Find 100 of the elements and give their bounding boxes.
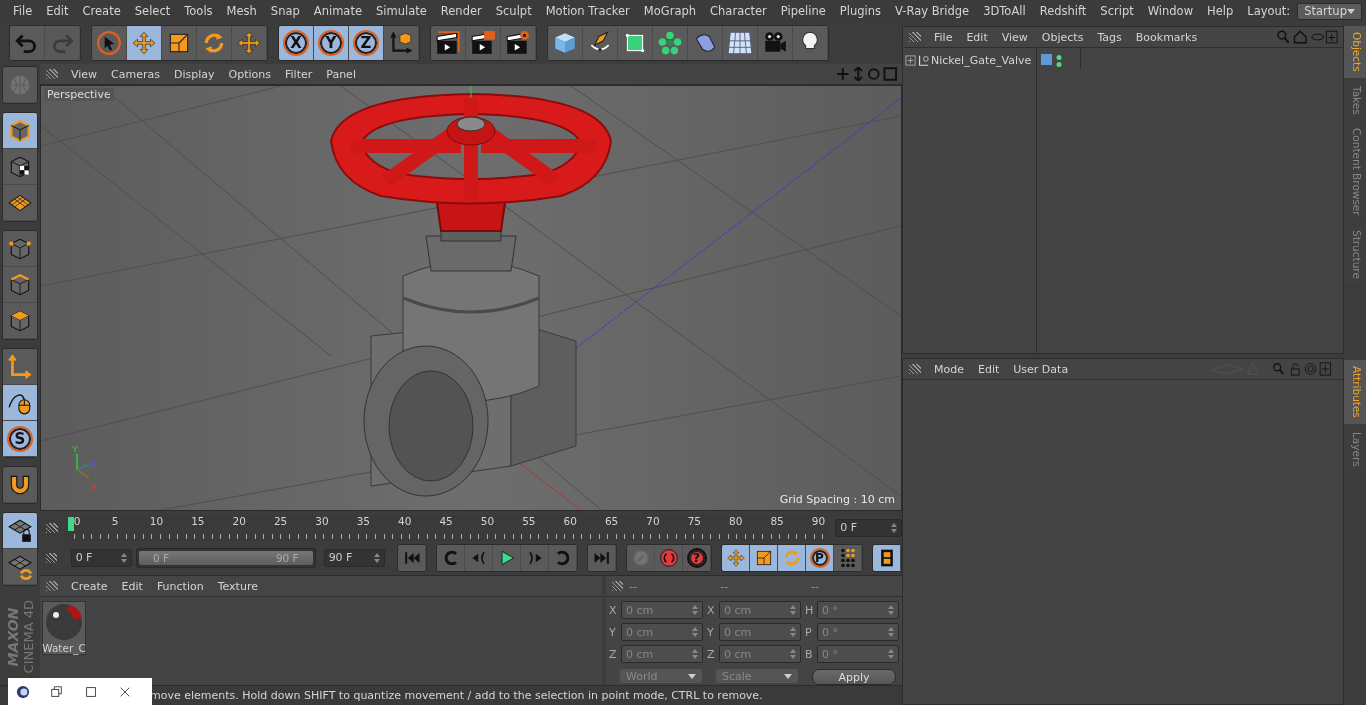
frame-number: 20 xyxy=(232,514,246,527)
product-logo-text: CINEMA 4D xyxy=(20,600,36,674)
side-tab[interactable]: Objects xyxy=(1344,26,1366,78)
expand-icon[interactable] xyxy=(905,54,916,66)
object-row[interactable]: Nickel_Gate_Valve xyxy=(903,50,1036,70)
menu-item[interactable]: Options xyxy=(221,67,278,81)
axis-label: Z xyxy=(91,460,97,470)
menu-item[interactable]: Script xyxy=(1093,4,1141,18)
tool-button[interactable] xyxy=(873,544,901,571)
menu-item[interactable]: Render xyxy=(433,4,489,18)
spinner-icon[interactable] xyxy=(888,605,894,615)
tool-button[interactable]: P xyxy=(806,544,834,571)
menu-item[interactable]: Bookmarks xyxy=(1128,30,1205,44)
menu-item[interactable]: Objects xyxy=(1034,30,1091,44)
menu-item[interactable]: Create xyxy=(75,4,128,18)
tool-button[interactable] xyxy=(431,26,466,60)
spinner-icon[interactable] xyxy=(888,649,894,659)
menu-item[interactable]: 3DToAll xyxy=(976,4,1033,18)
tool-button[interactable] xyxy=(3,467,37,503)
tool-button[interactable]: Y xyxy=(314,26,349,60)
menu-item[interactable]: View xyxy=(64,67,105,81)
menu-item[interactable]: Tools xyxy=(177,4,220,18)
start-frame-field[interactable]: 0 F xyxy=(70,548,132,567)
maximize-icon[interactable] xyxy=(84,684,98,699)
viewport-canvas[interactable]: Perspective Y Z X Grid Spacing : 10 cm xyxy=(40,85,902,511)
menu-item[interactable]: Display xyxy=(167,67,222,81)
layout-dropdown[interactable]: Startup xyxy=(1297,2,1362,20)
menu-item[interactable]: Edit xyxy=(959,30,995,44)
menu-item[interactable]: Help xyxy=(1200,4,1241,18)
menu-item[interactable]: Create xyxy=(64,579,115,593)
menu-item[interactable]: Cameras xyxy=(104,67,167,81)
menu-item[interactable]: Animate xyxy=(306,4,369,18)
menu-item[interactable]: File xyxy=(927,30,960,44)
caret-icon xyxy=(688,673,696,679)
menu-item[interactable]: Mode xyxy=(927,362,971,376)
tool-button[interactable] xyxy=(3,385,37,421)
side-tab[interactable]: Attributes xyxy=(1344,360,1366,424)
menu-item[interactable]: Motion Tracker xyxy=(538,4,637,18)
menu-item[interactable]: V-Ray Bridge xyxy=(888,4,977,18)
menu-item[interactable]: Filter xyxy=(278,67,320,81)
menu-item[interactable]: Sculpt xyxy=(488,4,539,18)
menu-item[interactable]: Redshift xyxy=(1032,4,1094,18)
spinner-icon[interactable] xyxy=(790,605,796,615)
menu-item[interactable]: Texture xyxy=(210,579,265,593)
spinner-icon[interactable] xyxy=(790,649,796,659)
spinner-icon[interactable] xyxy=(692,627,698,637)
tool-button[interactable] xyxy=(548,26,583,60)
tool-button[interactable]: Z xyxy=(349,26,384,60)
spinner-icon[interactable] xyxy=(692,605,698,615)
menu-item[interactable]: Character xyxy=(703,4,774,18)
spinner-icon[interactable] xyxy=(692,649,698,659)
menu-item[interactable]: Edit xyxy=(114,579,150,593)
menu-item[interactable]: File xyxy=(6,4,40,18)
spinner-icon[interactable] xyxy=(790,627,796,637)
frame-number: 55 xyxy=(522,514,536,527)
menu-item[interactable]: Select xyxy=(127,4,178,18)
visibility-dots-icon[interactable] xyxy=(1056,54,1062,68)
frame-number: 70 xyxy=(646,514,660,527)
material-swatch[interactable]: Water_C xyxy=(42,601,86,655)
apply-button[interactable]: Apply xyxy=(812,669,896,685)
menu-item[interactable]: Panel xyxy=(319,67,363,81)
menu-item[interactable]: Edit xyxy=(971,362,1007,376)
tool-button[interactable] xyxy=(778,544,806,571)
frame-number: 10 xyxy=(149,514,164,527)
menu-item[interactable]: Window xyxy=(1140,4,1201,18)
clapperboard-icon xyxy=(435,30,461,56)
menu-item[interactable]: Pipeline xyxy=(773,4,833,18)
menu-item[interactable]: User Data xyxy=(1006,362,1076,376)
frame-number: 65 xyxy=(604,514,619,527)
column-header: -- xyxy=(720,579,730,593)
menu-item[interactable]: Function xyxy=(149,579,211,593)
menu-item[interactable]: Edit xyxy=(39,4,76,18)
end-frame-field[interactable]: 90 F xyxy=(323,548,385,567)
spinner-icon[interactable] xyxy=(891,522,897,533)
caret-icon xyxy=(784,673,792,679)
menu-item[interactable]: Snap xyxy=(263,4,307,18)
tool-button[interactable] xyxy=(3,513,37,549)
menu-item[interactable]: Simulate xyxy=(369,4,434,18)
tool-button[interactable] xyxy=(722,544,750,571)
layer-swatch-icon[interactable] xyxy=(1041,54,1052,65)
frame-number: 15 xyxy=(191,514,205,527)
current-frame-field[interactable]: 0 F xyxy=(835,518,902,537)
tool-button[interactable] xyxy=(750,544,778,571)
spinner-icon[interactable] xyxy=(888,627,894,637)
tool-button[interactable]: S xyxy=(3,421,37,457)
cube-icon xyxy=(7,117,33,144)
menu-item[interactable]: MoGraph xyxy=(636,4,704,18)
restore-icon[interactable] xyxy=(50,684,64,699)
spinner-icon[interactable] xyxy=(374,552,380,563)
menu-item[interactable]: Mesh xyxy=(219,4,264,18)
menu-item[interactable]: Tags xyxy=(1090,30,1129,44)
panel-grip-icon xyxy=(46,581,58,591)
timeline-playhead[interactable] xyxy=(67,516,74,531)
menu-item[interactable]: Plugins xyxy=(832,4,889,18)
spinner-icon[interactable] xyxy=(121,552,127,563)
layout-label: Layout: xyxy=(1246,4,1292,18)
range-start-label: 0 F xyxy=(153,551,170,564)
menu-item[interactable]: View xyxy=(994,30,1035,44)
minimized-window[interactable] xyxy=(8,678,152,705)
tool-button[interactable]: X xyxy=(279,26,314,60)
